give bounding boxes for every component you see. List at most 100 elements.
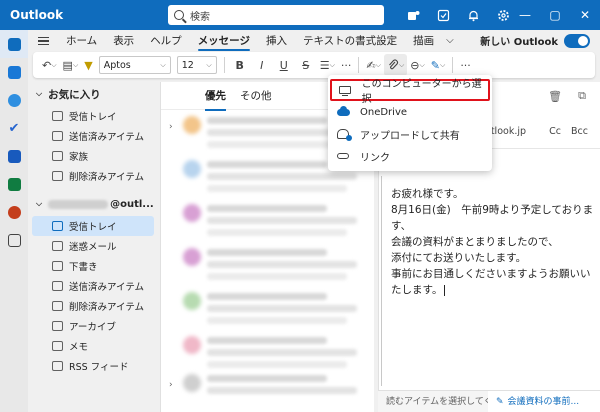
powerpoint-app-icon[interactable] [0, 198, 28, 226]
ribbon-toolbar: ↶ ⌵ ▤ ⌵ ▼ Aptos ⌵ 12 ⌵ B I U S ☰ ⌵ ··· ✍ ⌵ ⌵… [33, 52, 595, 78]
folder-item-junk[interactable]: 迷惑メール [28, 236, 158, 256]
signature-icon[interactable]: ✍ ⌵ [363, 54, 384, 76]
todo-app-icon[interactable]: ✔ [0, 114, 28, 142]
underline-button[interactable]: U [273, 54, 295, 76]
strikethrough-button[interactable]: S [295, 54, 317, 76]
inbox-icon [52, 111, 63, 121]
tab-help[interactable]: ヘルプ [142, 30, 190, 52]
note-icon[interactable] [428, 0, 458, 30]
bottom-tabs-bar: 読むアイテムを選択してく... ✎ 会議資料の事前... [378, 390, 600, 412]
pencil-icon: ✎ [496, 396, 504, 407]
calendar-app-icon[interactable] [0, 58, 28, 86]
folder-label: 家族 [69, 152, 89, 163]
undo-icon[interactable]: ↶ ⌵ [39, 54, 60, 76]
archive-icon [52, 321, 63, 331]
maximize-icon[interactable]: ▢ [540, 0, 570, 30]
favorites-item-family[interactable]: 家族 [28, 146, 158, 166]
more-options-icon[interactable]: ··· [457, 54, 474, 76]
tab-draw[interactable]: 描画 [405, 30, 442, 52]
search-input[interactable]: 検索 [168, 5, 384, 25]
bcc-button[interactable]: Bcc [571, 126, 588, 137]
bold-button[interactable]: B [229, 54, 251, 76]
account-header[interactable]: ⌵ @outl... [28, 192, 158, 216]
folder-label: RSS フィード [69, 362, 129, 373]
menu-item-label: アップロードして共有 [360, 130, 460, 142]
link-icon[interactable]: ⊖ ⌵ [407, 54, 428, 76]
more-apps-icon[interactable] [0, 226, 28, 254]
folder-label: 送信済みアイテム [69, 282, 145, 293]
tab-other[interactable]: その他 [240, 88, 272, 103]
people-app-icon[interactable] [0, 86, 28, 114]
tab-view[interactable]: 表示 [105, 30, 142, 52]
menu-item-from-computer[interactable]: このコンピューターから選択 [330, 79, 490, 105]
search-placeholder: 検索 [190, 11, 210, 23]
tab-message[interactable]: メッセージ [190, 30, 258, 52]
favorites-item-sent[interactable]: 送信済みアイテム [28, 126, 158, 146]
editor-icon[interactable]: ✎ ⌵ [428, 54, 449, 76]
body-line: 事前にお目通しくださいますようお願いい [391, 268, 591, 280]
mail-app-icon[interactable] [0, 30, 28, 58]
folder-pane: ⌵ お気に入り 受信トレイ 送信済みアイテム 家族 削除済みアイテム ⌵ @ou… [28, 82, 158, 412]
body-line: 添付にてお送りいたします。 [391, 252, 527, 264]
list-item[interactable] [161, 244, 375, 288]
folder-item-archive[interactable]: アーカイブ [28, 316, 158, 336]
close-icon[interactable]: ✕ [570, 0, 600, 30]
folder-item-rss[interactable]: RSS フィード [28, 356, 158, 376]
draft-tab-label: 会議資料の事前... [507, 396, 580, 407]
italic-button[interactable]: I [251, 54, 273, 76]
message-body[interactable]: お疲れ様です。 8月16日(金) 午前9時より予定しておりま す、 会議の資料が… [391, 186, 593, 298]
chevron-right-icon[interactable]: › [169, 122, 173, 132]
menu-item-upload-share[interactable]: アップロードして共有 [328, 123, 492, 145]
excel-app-icon[interactable] [0, 170, 28, 198]
draft-tab[interactable]: ✎ 会議資料の事前... [488, 390, 600, 412]
folder-label: 受信トレイ [69, 112, 117, 123]
paperclip-icon [389, 59, 398, 70]
font-name-select[interactable]: Aptos ⌵ [98, 56, 171, 74]
list-item[interactable] [161, 288, 375, 332]
reading-tab[interactable]: 読むアイテムを選択してく... [378, 391, 488, 412]
bell-icon[interactable] [458, 0, 488, 30]
new-outlook-switch[interactable]: 新しい Outlook [480, 33, 590, 48]
popout-icon[interactable]: ⧉ [578, 89, 586, 103]
word-app-icon[interactable] [0, 142, 28, 170]
more-format-icon[interactable]: ··· [338, 54, 355, 76]
menu-item-onedrive[interactable]: OneDrive [328, 101, 492, 123]
new-outlook-toggle[interactable] [564, 33, 590, 48]
font-size-select[interactable]: 12 ⌵ [176, 56, 217, 74]
cc-button[interactable]: Cc [549, 126, 561, 137]
folder-label: 削除済みアイテム [69, 302, 145, 313]
divider [358, 57, 360, 73]
teams-icon[interactable] [398, 0, 428, 30]
menu-item-link[interactable]: リンク [328, 145, 492, 167]
note-icon [52, 341, 63, 351]
body-line: お疲れ様です。 [391, 188, 464, 200]
body-line: す、 [391, 220, 412, 232]
folder-item-drafts[interactable]: 下書き [28, 256, 158, 276]
folder-label: 下書き [69, 262, 98, 273]
format-painter-icon[interactable]: ▼ [81, 54, 95, 76]
search-icon [174, 10, 184, 20]
folder-item-deleted[interactable]: 削除済みアイテム [28, 296, 158, 316]
favorites-header[interactable]: ⌵ お気に入り [28, 82, 158, 106]
minimize-icon[interactable]: — [510, 0, 540, 30]
chevron-right-icon[interactable]: › [169, 380, 173, 390]
list-item[interactable] [161, 200, 375, 244]
favorites-item-deleted[interactable]: 削除済みアイテム [28, 166, 158, 186]
tabs-more-chevron-icon[interactable]: ⌵ [442, 30, 458, 52]
folder-item-sent[interactable]: 送信済みアイテム [28, 276, 158, 296]
trash-icon[interactable]: 🗑 [548, 90, 562, 103]
list-icon[interactable]: ☰ ⌵ [317, 54, 338, 76]
tab-focused[interactable]: 優先 [205, 88, 226, 111]
tab-format-text[interactable]: テキストの書式設定 [295, 30, 405, 52]
tab-insert[interactable]: 挿入 [258, 30, 295, 52]
folder-item-inbox[interactable]: 受信トレイ [32, 216, 154, 236]
folder-item-notes[interactable]: メモ [28, 336, 158, 356]
clipboard-icon[interactable]: ▤ ⌵ [60, 54, 82, 76]
attach-file-button[interactable]: ⌵ [383, 54, 408, 76]
hamburger-menu-icon[interactable] [28, 36, 58, 46]
tab-home[interactable]: ホーム [58, 30, 105, 52]
list-item[interactable]: › [161, 370, 375, 412]
favorites-item-inbox[interactable]: 受信トレイ [28, 106, 158, 126]
chevron-down-icon: ⌵ [206, 60, 212, 69]
avatar [183, 204, 201, 222]
